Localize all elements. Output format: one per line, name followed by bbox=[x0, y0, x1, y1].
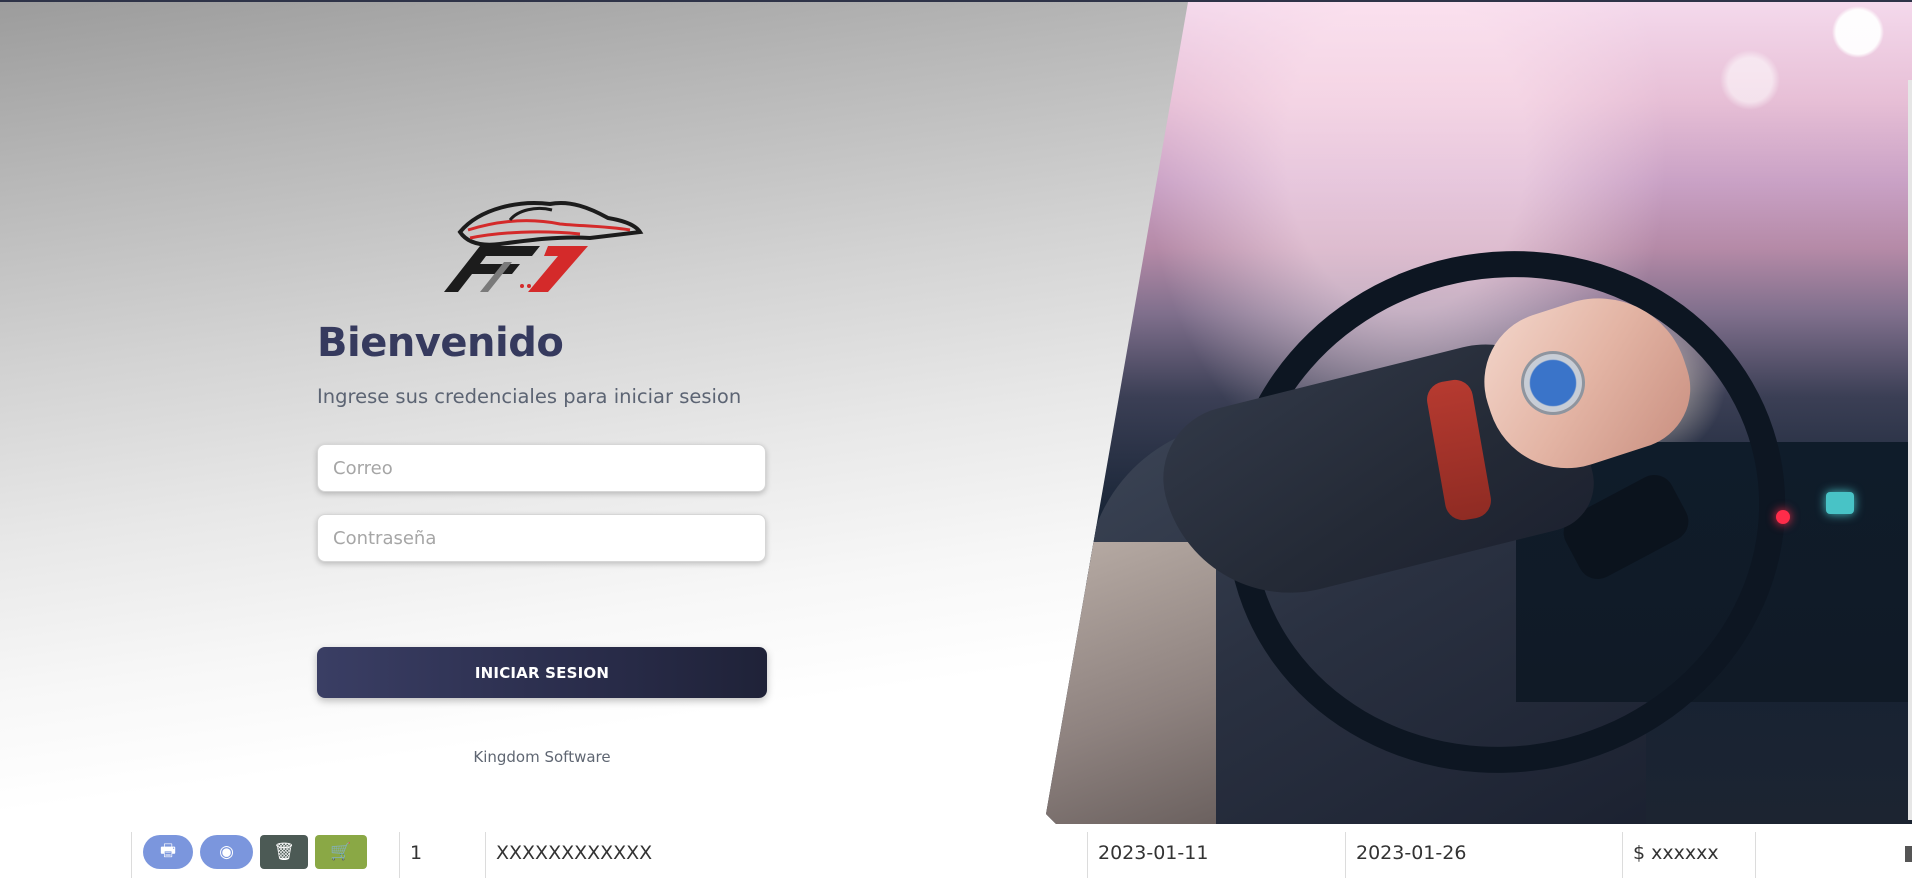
view-button[interactable]: ◉ bbox=[200, 835, 253, 869]
column-divider bbox=[1622, 832, 1623, 878]
cart-button[interactable]: 🛒 bbox=[315, 835, 367, 869]
login-panel: Bienvenido Ingrese sus credenciales para… bbox=[0, 2, 1200, 824]
password-field[interactable] bbox=[317, 514, 766, 562]
photo-screen-light bbox=[1826, 492, 1854, 514]
scrollbar-thumb[interactable] bbox=[1905, 846, 1912, 862]
row-date-start: 2023-01-11 bbox=[1098, 842, 1209, 864]
email-field[interactable] bbox=[317, 444, 766, 492]
print-icon: 🖶 bbox=[159, 840, 177, 861]
eye-icon: ◉ bbox=[219, 842, 234, 862]
row-amount: $ xxxxxx bbox=[1633, 842, 1719, 864]
scrollbar-track[interactable] bbox=[1908, 80, 1912, 820]
table-row: 🖶 ◉ 🗑 🛒 1 XXXXXXXXXXXX 2023-01-11 2023-0… bbox=[0, 824, 1912, 882]
photo-watch bbox=[1524, 354, 1582, 412]
column-divider bbox=[1345, 832, 1346, 878]
login-subtitle: Ingrese sus credenciales para iniciar se… bbox=[317, 385, 742, 408]
column-divider bbox=[1087, 832, 1088, 878]
login-button[interactable]: INICIAR SESION bbox=[317, 647, 767, 698]
trash-icon: 🗑 bbox=[273, 842, 295, 862]
column-divider bbox=[399, 832, 400, 878]
welcome-title: Bienvenido bbox=[317, 320, 564, 366]
row-index: 1 bbox=[410, 842, 423, 864]
column-divider bbox=[1755, 832, 1756, 878]
cart-icon: 🛒 bbox=[330, 842, 352, 862]
row-name: XXXXXXXXXXXX bbox=[496, 842, 653, 864]
column-divider bbox=[485, 832, 486, 878]
print-button[interactable]: 🖶 bbox=[143, 835, 193, 869]
delete-button[interactable]: 🗑 bbox=[260, 835, 308, 869]
row-date-end: 2023-01-26 bbox=[1356, 842, 1467, 864]
driver-photo bbox=[1046, 2, 1912, 824]
column-divider bbox=[131, 832, 132, 878]
race-car-logo bbox=[444, 201, 644, 292]
photo-red-light bbox=[1776, 510, 1790, 524]
footer-credit: Kingdom Software bbox=[473, 748, 611, 766]
